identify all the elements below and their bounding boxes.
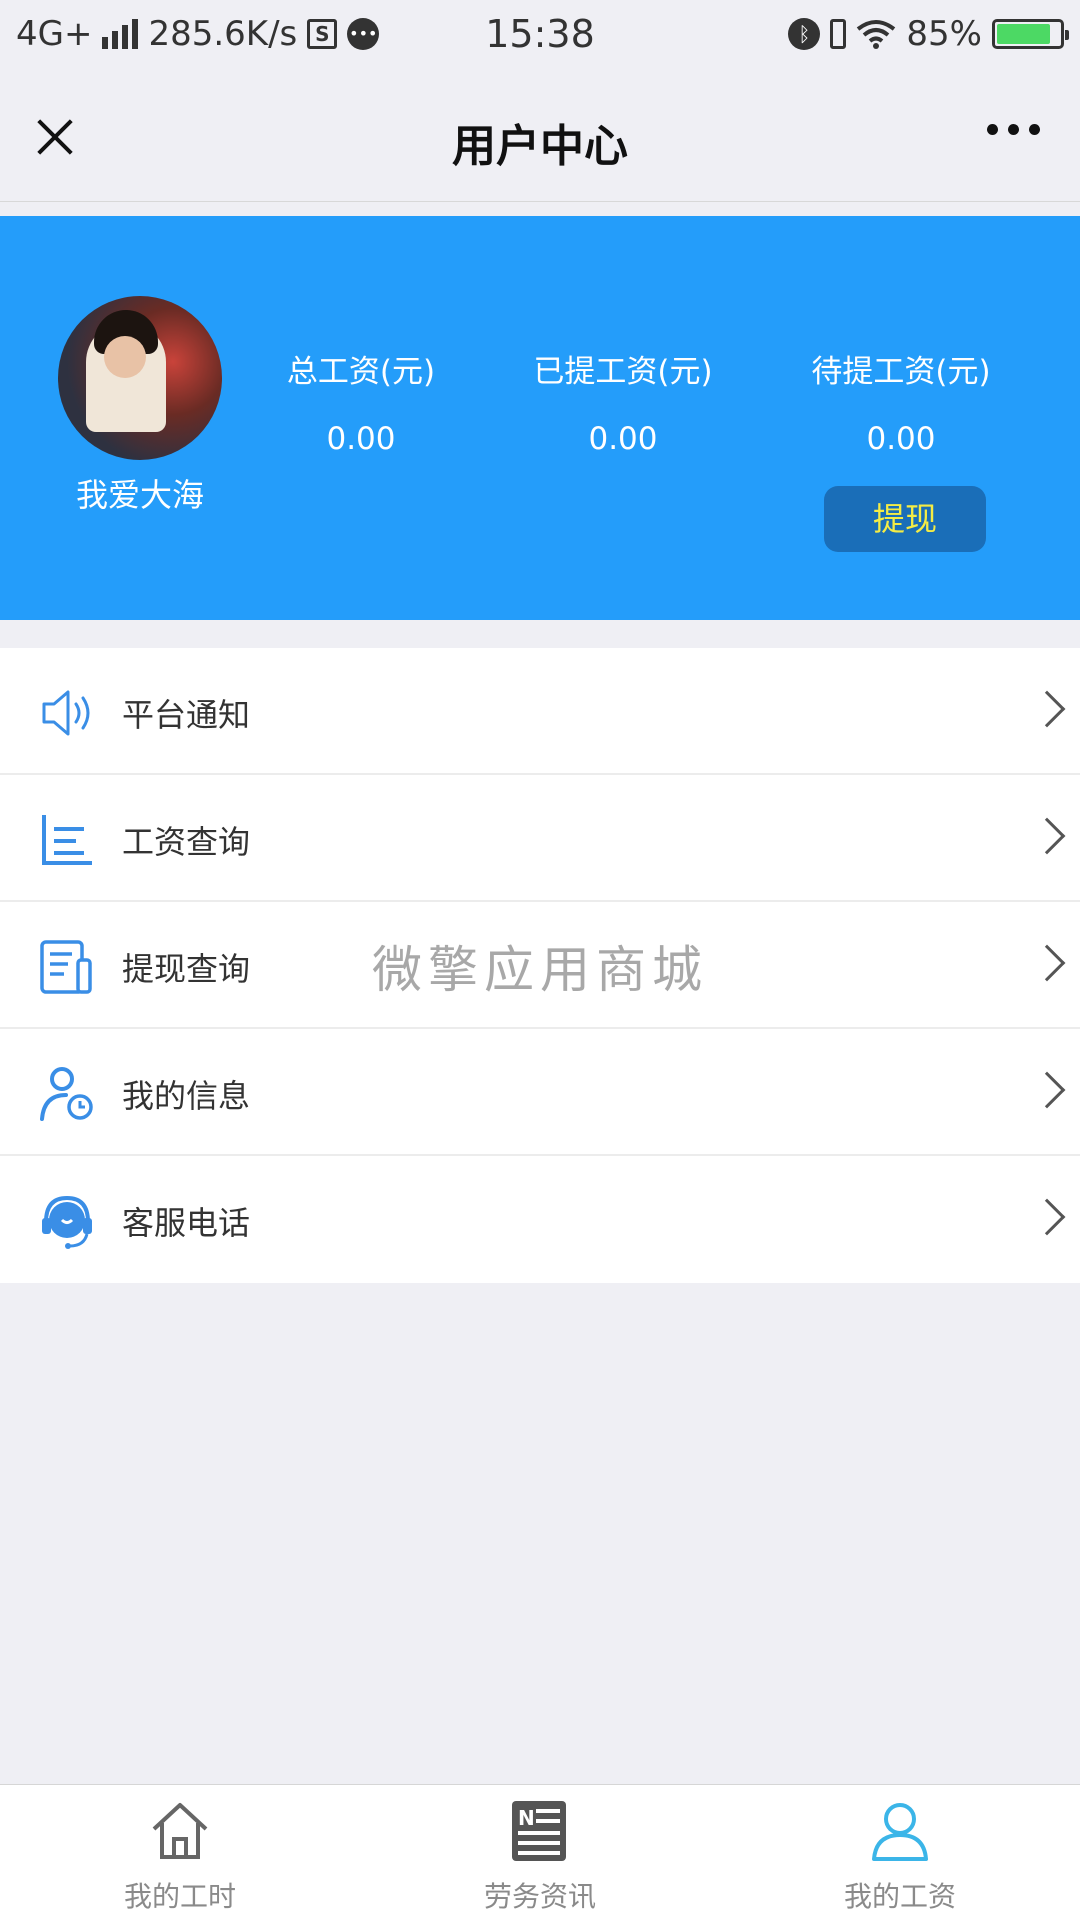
tab-bar: 我的工时 N 劳务资讯 我的工资: [0, 1784, 1080, 1920]
stat-label: 已提工资(元): [533, 354, 713, 390]
menu-item-label: 客服电话: [122, 1204, 251, 1242]
home-icon: [152, 1803, 208, 1859]
status-bar: 4G+ 285.6K/s S ••• 15:38 ᛒ 85%: [0, 0, 1080, 76]
stat-value: 0.00: [326, 421, 396, 457]
wifi-icon: [857, 20, 896, 49]
menu-item-label: 工资查询: [122, 823, 251, 861]
tab-label: 劳务资讯: [483, 1880, 596, 1913]
menu-item-label: 平台通知: [122, 696, 251, 734]
page-title: 用户中心: [452, 121, 628, 172]
speaker-icon: [42, 690, 90, 736]
menu-item-label: 提现查询: [122, 950, 251, 988]
chevron-right-icon: [1028, 1198, 1066, 1236]
stat-value: 0.00: [588, 421, 658, 457]
tab-my-wage[interactable]: 我的工资: [720, 1785, 1080, 1920]
tab-my-hours[interactable]: 我的工时: [0, 1785, 360, 1920]
tab-label: 我的工时: [123, 1880, 236, 1913]
stat-pending-wage: 待提工资(元) 0.00: [776, 346, 1026, 457]
avatar[interactable]: [58, 296, 222, 460]
battery-percent: 85%: [906, 14, 982, 54]
user-clock-icon: [40, 1067, 93, 1121]
status-right: ᛒ 85%: [788, 14, 1069, 54]
stat-label: 总工资(元): [286, 354, 436, 390]
withdraw-button[interactable]: 提现: [824, 486, 986, 552]
menu-item-service-phone[interactable]: 客服电话: [0, 1156, 1080, 1283]
watermark: 微擎应用商城: [372, 941, 708, 999]
profile-panel: 我爱大海 总工资(元) 0.00 已提工资(元) 0.00 待提工资(元) 0.…: [0, 216, 1080, 620]
chevron-right-icon: [1028, 690, 1066, 728]
stat-label: 待提工资(元): [811, 354, 991, 390]
menu-item-my-info[interactable]: 我的信息: [0, 1029, 1080, 1156]
vibrate-icon: [830, 19, 847, 49]
more-icon[interactable]: [987, 124, 1040, 135]
menu-item-label: 我的信息: [122, 1077, 251, 1115]
tab-label: 我的工资: [843, 1880, 956, 1913]
document-icon: [40, 940, 92, 994]
menu-item-platform-notice[interactable]: 平台通知: [0, 648, 1080, 775]
news-icon: N: [512, 1801, 566, 1861]
svg-text:N: N: [518, 1806, 535, 1830]
avatar-face: [104, 336, 146, 378]
stat-withdrawn-wage: 已提工资(元) 0.00: [498, 346, 748, 457]
stat-value: 0.00: [866, 421, 936, 457]
headset-icon: [42, 1195, 92, 1249]
bar-list-icon: [42, 815, 92, 865]
user-nickname: 我爱大海: [75, 476, 204, 514]
battery-icon: [992, 19, 1069, 49]
stat-total-wage: 总工资(元) 0.00: [236, 346, 486, 457]
chevron-right-icon: [1028, 817, 1066, 855]
chevron-right-icon: [1028, 1071, 1066, 1109]
user-icon: [872, 1803, 928, 1861]
bluetooth-icon: ᛒ: [788, 18, 821, 50]
nav-bar: 用户中心: [0, 76, 1080, 202]
chevron-right-icon: [1028, 944, 1066, 982]
tab-labor-news[interactable]: N 劳务资讯: [360, 1785, 720, 1920]
menu-item-wage-query[interactable]: 工资查询: [0, 775, 1080, 902]
